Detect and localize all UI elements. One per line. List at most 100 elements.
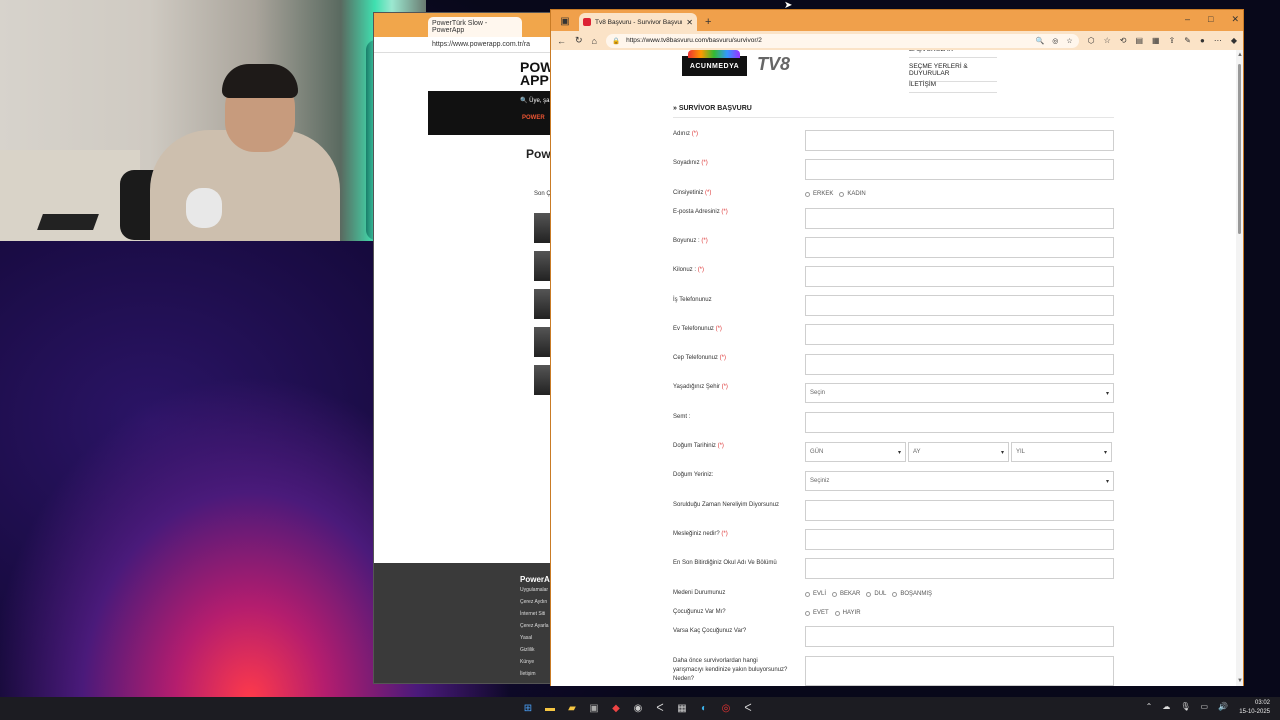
acunmedya-logo[interactable]: ACUNMEDYA: [682, 50, 747, 76]
profile-avatar-icon[interactable]: ●: [1200, 36, 1205, 45]
dogum-yeri-select[interactable]: Seçiniz ▾: [805, 471, 1114, 491]
label-eposta: E-posta Adresiniz (*): [673, 208, 793, 217]
radio-kadin[interactable]: KADIN: [839, 191, 866, 197]
radio-dul[interactable]: DUL: [866, 591, 886, 597]
page-scrollbar[interactable]: ▲ ▼: [1236, 50, 1243, 686]
cocuk-sayi-input[interactable]: [805, 626, 1114, 647]
bg-footer-link[interactable]: Uygulamalar: [520, 587, 548, 593]
radio-label: DUL: [874, 591, 887, 597]
windows-start-icon[interactable]: ⊞: [520, 700, 536, 716]
maximize-button[interactable]: □: [1208, 14, 1213, 25]
zoom-icon[interactable]: 🔍: [1036, 37, 1045, 45]
semt-input[interactable]: [805, 412, 1114, 433]
extensions-icon[interactable]: ⬡: [1088, 36, 1095, 45]
new-tab-button[interactable]: +: [705, 16, 711, 28]
file-explorer-icon[interactable]: ▬: [542, 700, 558, 716]
tab-close-icon[interactable]: ✕: [686, 18, 693, 27]
ad-input[interactable]: [805, 130, 1114, 151]
radio-erkek[interactable]: ERKEK: [805, 191, 833, 197]
nav-link-basvurular[interactable]: BAŞVURULAR: [909, 50, 997, 58]
copilot-icon[interactable]: ◆: [1231, 36, 1237, 45]
label-text: E-posta Adresiniz: [673, 209, 720, 215]
kick-icon[interactable]: ᐸ: [740, 700, 756, 716]
cep-tel-input[interactable]: [805, 354, 1114, 375]
ay-select[interactable]: AY ▾: [908, 442, 1009, 462]
sehir-select[interactable]: Seçin ▾: [805, 383, 1114, 403]
obs-icon[interactable]: ◉: [630, 700, 646, 716]
workspaces-icon[interactable]: ▣: [557, 13, 573, 29]
background-browser-window[interactable]: PowerTürk Slow - PowerApp https://www.po…: [373, 12, 555, 684]
nav-link-secme-yerleri[interactable]: SEÇME YERLERİ & DUYURULAR: [909, 63, 997, 82]
puzzle-icon[interactable]: ✎: [1184, 36, 1191, 45]
bg-footer-link[interactable]: Çerez Aydın: [520, 599, 547, 605]
tv8-favicon-icon: [583, 18, 591, 26]
clock[interactable]: 03:02 15-10-2025: [1239, 699, 1270, 717]
close-button[interactable]: ✕: [1231, 14, 1239, 25]
kilo-input[interactable]: [805, 266, 1114, 287]
volume-icon[interactable]: 🔊: [1218, 702, 1228, 711]
meslek-input[interactable]: [805, 529, 1114, 550]
home-icon[interactable]: ⌂: [592, 36, 597, 46]
okul-input[interactable]: [805, 558, 1114, 579]
scroll-up-icon[interactable]: ▲: [1237, 52, 1243, 58]
radio-bekar[interactable]: BEKAR: [832, 591, 860, 597]
gun-select[interactable]: GÜN ▾: [805, 442, 906, 462]
bg-search-input[interactable]: 🔍 Üye, şa: [520, 97, 549, 104]
nav-link-iletisim[interactable]: İLETİŞİM: [909, 81, 997, 93]
red-app-icon[interactable]: ◆: [608, 700, 624, 716]
bg-footer-link[interactable]: İletişim: [520, 671, 536, 677]
scroll-down-icon[interactable]: ▼: [1237, 678, 1243, 684]
bg-footer-link[interactable]: Çerez Ayarla: [520, 623, 549, 629]
url-text: https://www.tv8basvuru.com/basvuru/survi…: [626, 37, 762, 44]
split-screen-icon[interactable]: ▤: [1135, 36, 1143, 45]
refresh-icon[interactable]: ↻: [575, 35, 583, 46]
ev-tel-input[interactable]: [805, 324, 1114, 345]
tab-tv8-basvuru[interactable]: Tv8 Başvuru - Survivor Başvurusu ✕: [579, 13, 697, 31]
label-cinsiyet: Cinsiyetiniz (*): [673, 189, 793, 198]
radio-hayir[interactable]: HAYIR: [834, 610, 861, 616]
select-value: AY: [913, 449, 921, 455]
label-kilo: Kilonuz : (*): [673, 266, 793, 275]
calculator-icon[interactable]: ▦: [674, 700, 690, 716]
eposta-input[interactable]: [805, 208, 1114, 229]
tv8-logo[interactable]: TV8: [757, 54, 790, 75]
favorite-star-icon[interactable]: ☆: [1066, 37, 1072, 45]
required-mark: (*): [715, 326, 722, 332]
app-icon[interactable]: ▣: [586, 700, 602, 716]
back-icon[interactable]: ←: [557, 36, 566, 46]
bg-footer-link[interactable]: Künye: [520, 659, 534, 665]
cloud-icon[interactable]: ☁: [1162, 702, 1170, 711]
url-input[interactable]: 🔒 https://www.tv8basvuru.com/basvuru/sur…: [605, 33, 1079, 48]
favorites-icon[interactable]: ☆: [1104, 36, 1111, 45]
radio-bosanmis[interactable]: BOŞANMIŞ: [892, 591, 932, 597]
bg-footer-link[interactable]: İnternet Siti: [520, 611, 545, 617]
radio-evli[interactable]: EVLİ: [805, 591, 826, 597]
bg-address-bar[interactable]: https://www.powerapp.com.tr/ra: [374, 37, 554, 53]
edge-icon[interactable]: ◐: [696, 700, 712, 716]
kick-icon[interactable]: ᐸ: [652, 700, 668, 716]
opera-icon[interactable]: ◎: [718, 700, 734, 716]
yarismaci-textarea[interactable]: [805, 656, 1114, 686]
boy-input[interactable]: [805, 237, 1114, 258]
minimize-button[interactable]: –: [1185, 14, 1190, 25]
folder-icon[interactable]: ▰: [564, 700, 580, 716]
monitor-icon[interactable]: ▭: [1200, 702, 1208, 711]
share-icon[interactable]: ⇪: [1169, 36, 1176, 45]
collections-icon[interactable]: ▦: [1152, 36, 1160, 45]
main-browser-window[interactable]: ▣ Tv8 Başvuru - Survivor Başvurusu ✕ + –…: [550, 9, 1244, 686]
reader-icon[interactable]: ◎: [1052, 37, 1058, 45]
history-icon[interactable]: ⟲: [1120, 36, 1127, 45]
menu-dots-icon[interactable]: ⋯: [1214, 36, 1222, 45]
zaman-input[interactable]: [805, 500, 1114, 521]
chevron-up-icon[interactable]: ⌃: [1146, 702, 1153, 711]
yil-select[interactable]: YIL ▾: [1011, 442, 1112, 462]
is-tel-input[interactable]: [805, 295, 1114, 316]
bg-footer-link[interactable]: Gizlilik: [520, 647, 534, 653]
scrollbar-thumb[interactable]: [1238, 64, 1241, 234]
soyad-input[interactable]: [805, 159, 1114, 180]
microphone-icon[interactable]: 🎙: [1180, 702, 1190, 711]
radio-evet[interactable]: EVET: [805, 610, 829, 616]
chevron-down-icon: ▾: [1103, 449, 1107, 456]
bg-tab[interactable]: PowerTürk Slow - PowerApp: [428, 17, 522, 37]
bg-footer-link[interactable]: Yasal: [520, 635, 532, 641]
